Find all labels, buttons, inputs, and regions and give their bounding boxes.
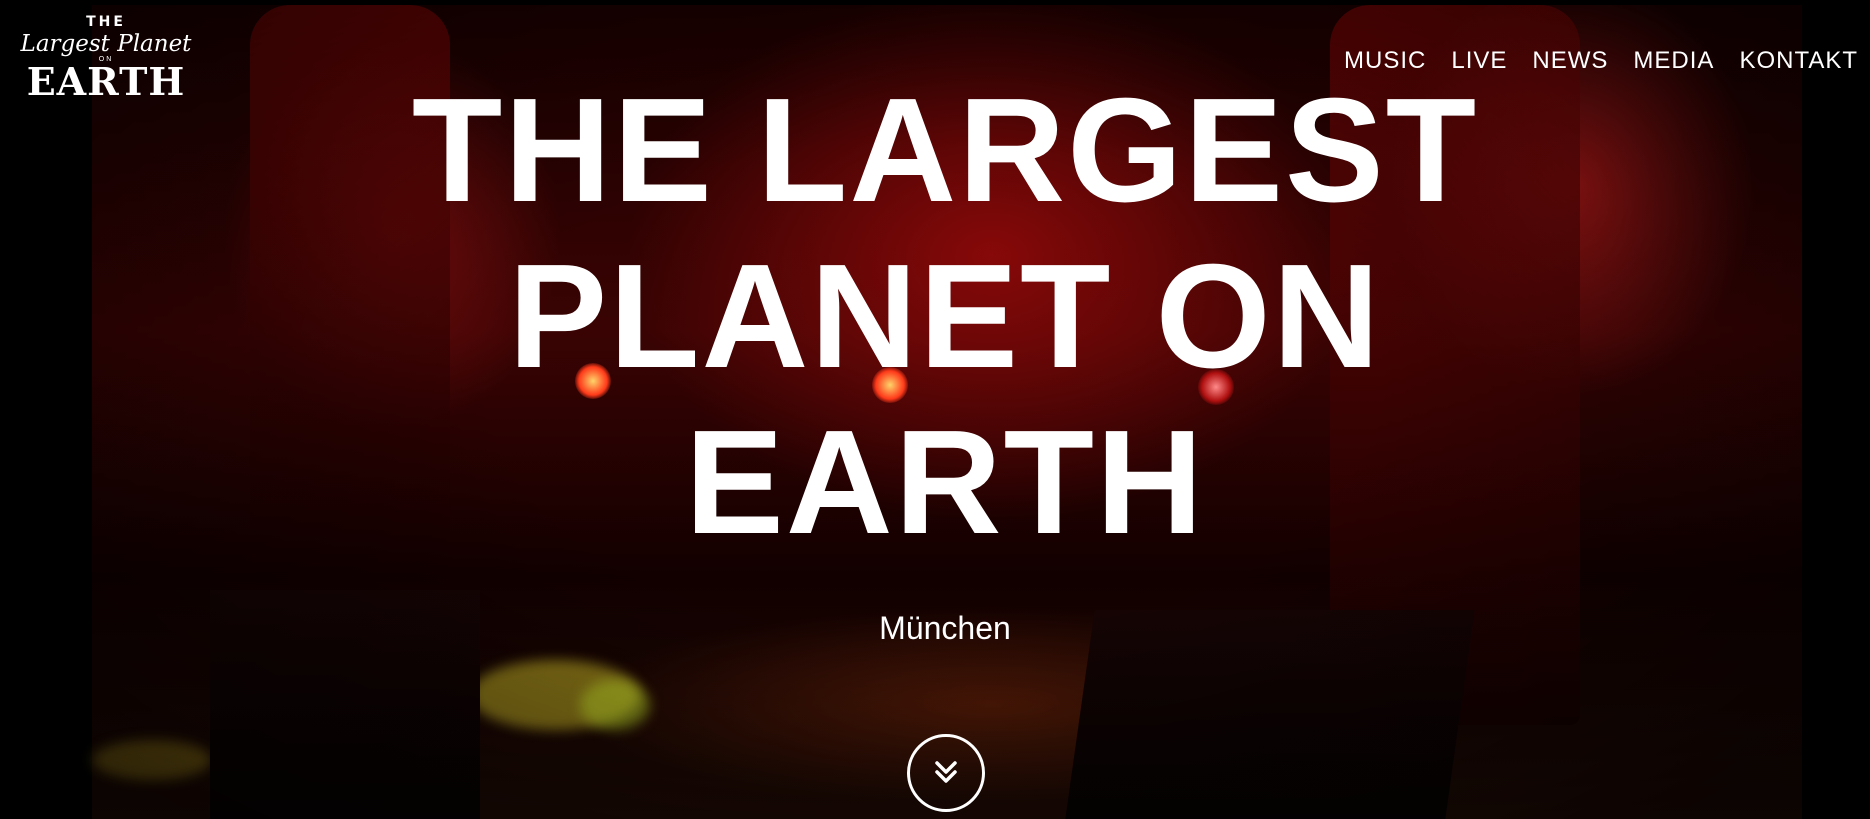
scroll-down-button[interactable] xyxy=(907,734,985,812)
hero-subtitle-city: München xyxy=(879,610,1011,646)
hero-title-line-1: THE LARGEST xyxy=(411,68,1479,233)
logo-script-text: Largest Planet xyxy=(20,31,192,57)
hero-title-line-3: EARTH xyxy=(685,400,1205,565)
double-chevron-down-icon xyxy=(935,761,957,783)
hero-title-line-2: PLANET ON xyxy=(508,234,1382,399)
logo-the-text: THE xyxy=(86,14,126,30)
hero-title: THE LARGEST PLANET ON EARTH xyxy=(0,68,1870,566)
